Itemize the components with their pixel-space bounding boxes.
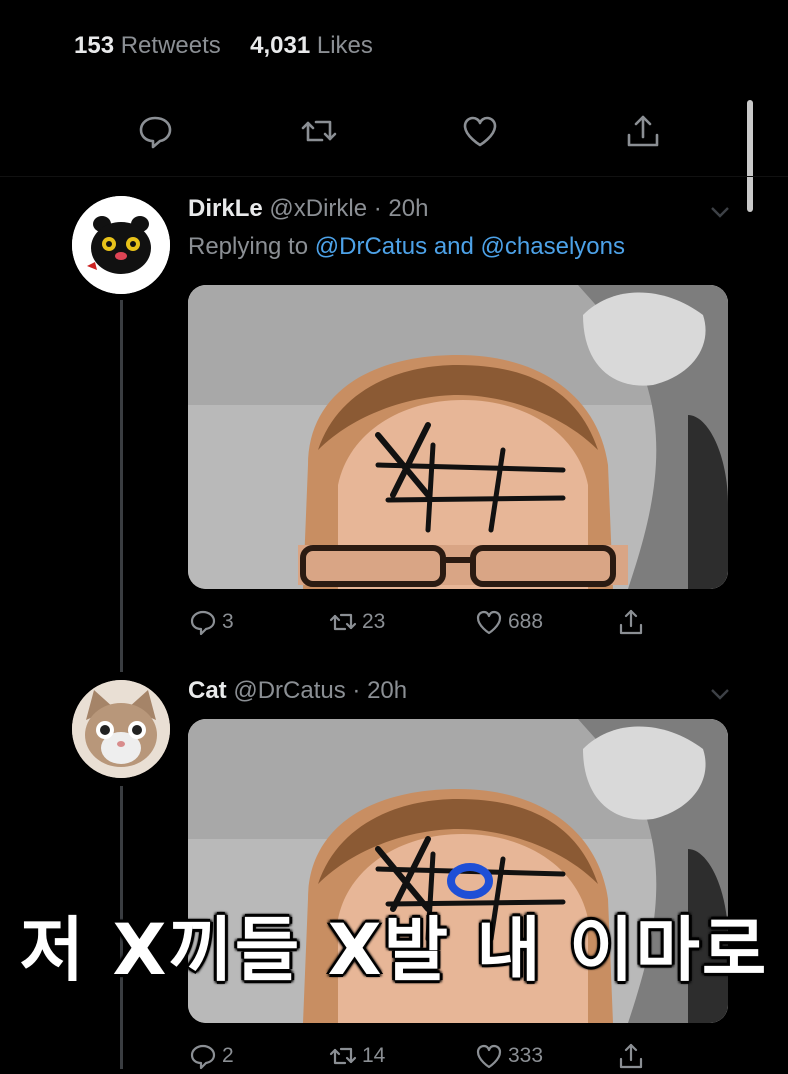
tic-tac-toe-forehead-photo bbox=[188, 285, 728, 589]
share-button[interactable] bbox=[616, 604, 650, 640]
author-name[interactable]: Cat bbox=[188, 677, 227, 704]
like-button[interactable]: 688 bbox=[474, 604, 543, 640]
retweet-icon bbox=[329, 613, 357, 631]
comment-icon bbox=[190, 610, 216, 636]
tweet-actions: 3 23 688 bbox=[188, 604, 658, 640]
avatar-drcatus[interactable] bbox=[72, 680, 170, 778]
tweet-header: Cat @DrCatus · 20h bbox=[188, 677, 407, 705]
tweet-media-photo[interactable] bbox=[188, 285, 728, 589]
retweets-count[interactable]: 153 bbox=[74, 32, 114, 59]
heart-icon[interactable] bbox=[457, 108, 503, 154]
likes-count[interactable]: 4,031 bbox=[250, 32, 310, 59]
heart-icon bbox=[476, 610, 502, 635]
author-name[interactable]: DirkLe bbox=[188, 195, 263, 222]
comment-icon bbox=[190, 1044, 216, 1070]
scrollbar[interactable] bbox=[747, 100, 753, 212]
divider bbox=[0, 176, 788, 177]
main-tweet-actions bbox=[0, 108, 788, 158]
video-subtitle: 저 X끼들 X발 내 이마로 bbox=[19, 909, 769, 991]
comment-icon[interactable] bbox=[132, 108, 178, 154]
retweet-count: 14 bbox=[362, 1044, 386, 1067]
chevron-down-icon[interactable] bbox=[708, 686, 732, 702]
avatar-dirkle[interactable] bbox=[72, 196, 170, 294]
author-handle[interactable]: @xDirkle bbox=[269, 195, 367, 222]
share-icon bbox=[619, 1043, 643, 1069]
share-icon bbox=[619, 609, 643, 635]
retweet-icon[interactable] bbox=[296, 108, 342, 154]
mention-and: and bbox=[433, 233, 474, 260]
tweet-header: DirkLe @xDirkle · 20h bbox=[188, 195, 428, 223]
retweet-button[interactable]: 23 bbox=[328, 604, 385, 640]
share-icon[interactable] bbox=[620, 108, 666, 154]
retweets-label[interactable]: Retweets bbox=[121, 32, 221, 59]
retweet-icon bbox=[329, 1047, 357, 1065]
replying-prefix: Replying to bbox=[188, 233, 309, 260]
reply-button[interactable]: 3 bbox=[188, 604, 234, 640]
mention-drcatus[interactable]: @DrCatus bbox=[315, 233, 427, 260]
author-handle[interactable]: @DrCatus bbox=[233, 677, 345, 704]
retweet-count: 23 bbox=[362, 610, 386, 633]
tweet-time: · 20h bbox=[373, 195, 429, 222]
heart-icon bbox=[476, 1044, 502, 1069]
replying-to: Replying to @DrCatus and @chaselyons bbox=[188, 233, 625, 261]
tweet-stats: 153 Retweets 4,031 Likes bbox=[74, 32, 373, 60]
like-count: 688 bbox=[508, 610, 544, 633]
like-count: 333 bbox=[508, 1044, 544, 1067]
thread-line bbox=[120, 300, 123, 672]
likes-label[interactable]: Likes bbox=[317, 32, 373, 59]
chevron-down-icon[interactable] bbox=[708, 204, 732, 220]
mention-chaselyons[interactable]: @chaselyons bbox=[481, 233, 625, 260]
reply-count: 2 bbox=[222, 1044, 234, 1067]
reply-count: 3 bbox=[222, 610, 234, 633]
tweet-time: · 20h bbox=[352, 677, 408, 704]
